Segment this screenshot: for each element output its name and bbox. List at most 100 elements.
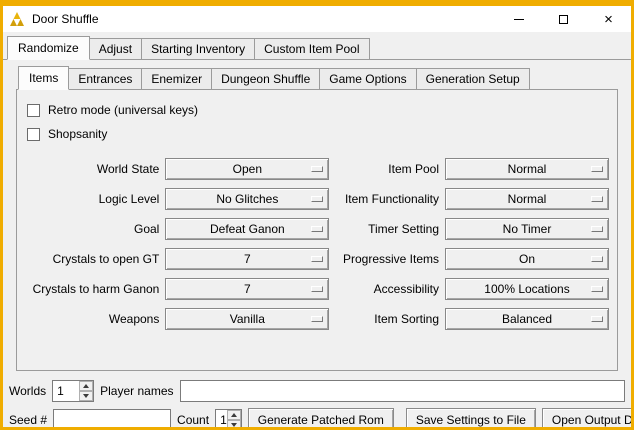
logic-level-label: Logic Level [25, 192, 159, 206]
close-icon: × [604, 12, 613, 27]
seed-label: Seed # [9, 413, 47, 427]
shopsanity-label: Shopsanity [48, 127, 107, 141]
seed-row: Seed # Count 1 Generate Patched Rom Save… [9, 408, 625, 430]
dropdown-value: Balanced [502, 312, 552, 326]
arrow-down-icon [83, 394, 89, 398]
dropdown-value: Open [233, 162, 262, 176]
checkbox-box-icon [27, 104, 40, 117]
weapons-label: Weapons [25, 312, 159, 326]
world-state-label: World State [25, 162, 159, 176]
accessibility-label: Accessibility [335, 282, 439, 296]
tab-generation-setup[interactable]: Generation Setup [416, 68, 530, 90]
tab-enemizer[interactable]: Enemizer [141, 68, 212, 90]
dropdown-indicator-icon [311, 286, 323, 292]
tab-dungeon-shuffle[interactable]: Dungeon Shuffle [211, 68, 320, 90]
dropdown-indicator-icon [311, 166, 323, 172]
dropdown-indicator-icon [311, 226, 323, 232]
count-value: 1 [216, 410, 227, 430]
retro-mode-label: Retro mode (universal keys) [48, 103, 198, 117]
player-names-input[interactable] [180, 380, 626, 402]
timer-setting-label: Timer Setting [335, 222, 439, 236]
timer-setting-dropdown[interactable]: No Timer [445, 218, 609, 240]
item-sorting-dropdown[interactable]: Balanced [445, 308, 609, 330]
minimize-icon [514, 19, 524, 20]
dropdown-indicator-icon [311, 196, 323, 202]
randomize-tab-panel: Items Entrances Enemizer Dungeon Shuffle… [3, 59, 631, 430]
goal-dropdown[interactable]: Defeat Ganon [165, 218, 329, 240]
app-icon [9, 11, 25, 27]
dropdown-indicator-icon [591, 226, 603, 232]
dropdown-value: Normal [508, 162, 547, 176]
accessibility-dropdown[interactable]: 100% Locations [445, 278, 609, 300]
progressive-items-dropdown[interactable]: On [445, 248, 609, 270]
dropdown-value: 100% Locations [484, 282, 569, 296]
dropdown-indicator-icon [591, 166, 603, 172]
item-pool-label: Item Pool [335, 162, 439, 176]
crystals-open-gt-dropdown[interactable]: 7 [165, 248, 329, 270]
dropdown-value: Normal [508, 192, 547, 206]
goal-label: Goal [25, 222, 159, 236]
logic-level-dropdown[interactable]: No Glitches [165, 188, 329, 210]
shopsanity-checkbox[interactable]: Shopsanity [27, 122, 609, 146]
window: Door Shuffle × Randomize Adjust Starting… [0, 0, 634, 430]
tab-starting-inventory[interactable]: Starting Inventory [141, 38, 255, 60]
options-grid: World State Open Item Pool Normal Logic … [25, 158, 609, 330]
count-increment-button[interactable] [227, 410, 241, 420]
generate-rom-button[interactable]: Generate Patched Rom [248, 408, 394, 430]
spinner-arrows [227, 410, 241, 430]
spinner-arrows [79, 381, 93, 401]
arrow-up-icon [231, 413, 237, 417]
item-pool-dropdown[interactable]: Normal [445, 158, 609, 180]
worlds-row: Worlds 1 Player names [9, 380, 625, 402]
worlds-spinner[interactable]: 1 [52, 380, 94, 402]
inner-tab-bar: Items Entrances Enemizer Dungeon Shuffle… [16, 66, 618, 90]
items-tab-panel: Retro mode (universal keys) Shopsanity W… [16, 89, 618, 371]
tab-entrances[interactable]: Entrances [68, 68, 142, 90]
dropdown-value: Vanilla [230, 312, 265, 326]
arrow-down-icon [231, 423, 237, 427]
retro-mode-checkbox[interactable]: Retro mode (universal keys) [27, 98, 609, 122]
dropdown-indicator-icon [311, 256, 323, 262]
dropdown-value: 7 [244, 252, 251, 266]
count-decrement-button[interactable] [227, 420, 241, 430]
world-state-dropdown[interactable]: Open [165, 158, 329, 180]
crystals-harm-ganon-label: Crystals to harm Ganon [25, 282, 159, 296]
minimize-button[interactable] [496, 6, 541, 32]
progressive-items-label: Progressive Items [335, 252, 439, 266]
dropdown-indicator-icon [591, 286, 603, 292]
tab-items[interactable]: Items [18, 66, 69, 90]
window-title: Door Shuffle [32, 12, 99, 26]
dropdown-indicator-icon [591, 196, 603, 202]
footer: Worlds 1 Player names Seed # Count 1 [9, 380, 625, 430]
outer-tab-bar: Randomize Adjust Starting Inventory Cust… [3, 32, 631, 60]
tab-custom-item-pool[interactable]: Custom Item Pool [254, 38, 369, 60]
worlds-value: 1 [53, 381, 79, 401]
maximize-icon [559, 15, 568, 24]
settings-notebook: Items Entrances Enemizer Dungeon Shuffle… [16, 66, 618, 371]
save-settings-button[interactable]: Save Settings to File [406, 408, 536, 430]
dropdown-value: No Timer [503, 222, 552, 236]
tab-randomize[interactable]: Randomize [7, 36, 90, 60]
worlds-increment-button[interactable] [79, 381, 93, 391]
worlds-label: Worlds [9, 384, 46, 398]
tab-adjust[interactable]: Adjust [89, 38, 142, 60]
open-output-button[interactable]: Open Output Directory [542, 408, 634, 430]
weapons-dropdown[interactable]: Vanilla [165, 308, 329, 330]
crystals-harm-ganon-dropdown[interactable]: 7 [165, 278, 329, 300]
crystals-open-gt-label: Crystals to open GT [25, 252, 159, 266]
close-button[interactable]: × [586, 6, 631, 32]
arrow-up-icon [83, 384, 89, 388]
seed-input[interactable] [53, 409, 171, 430]
count-spinner[interactable]: 1 [215, 409, 242, 430]
worlds-decrement-button[interactable] [79, 391, 93, 401]
player-names-label: Player names [100, 384, 173, 398]
item-functionality-dropdown[interactable]: Normal [445, 188, 609, 210]
dropdown-indicator-icon [591, 316, 603, 322]
dropdown-indicator-icon [311, 316, 323, 322]
dropdown-value: No Glitches [216, 192, 278, 206]
dropdown-indicator-icon [591, 256, 603, 262]
count-label: Count [177, 413, 209, 427]
maximize-button[interactable] [541, 6, 586, 32]
tab-game-options[interactable]: Game Options [319, 68, 416, 90]
dropdown-value: On [519, 252, 535, 266]
